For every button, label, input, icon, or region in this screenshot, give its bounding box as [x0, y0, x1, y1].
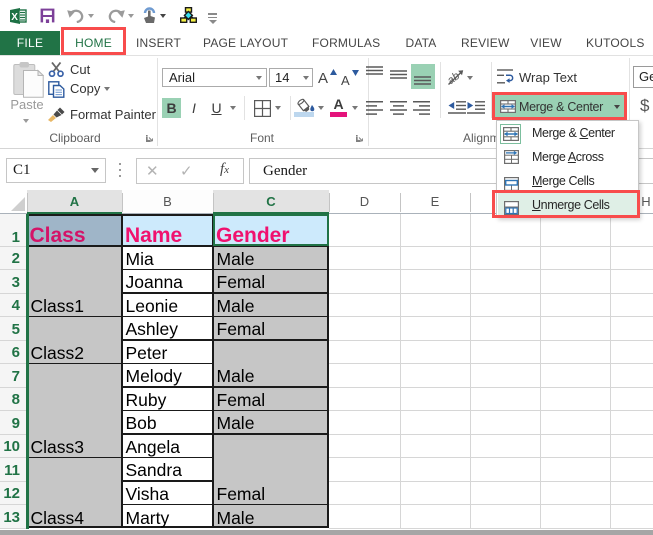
- svg-text:X: X: [11, 12, 18, 23]
